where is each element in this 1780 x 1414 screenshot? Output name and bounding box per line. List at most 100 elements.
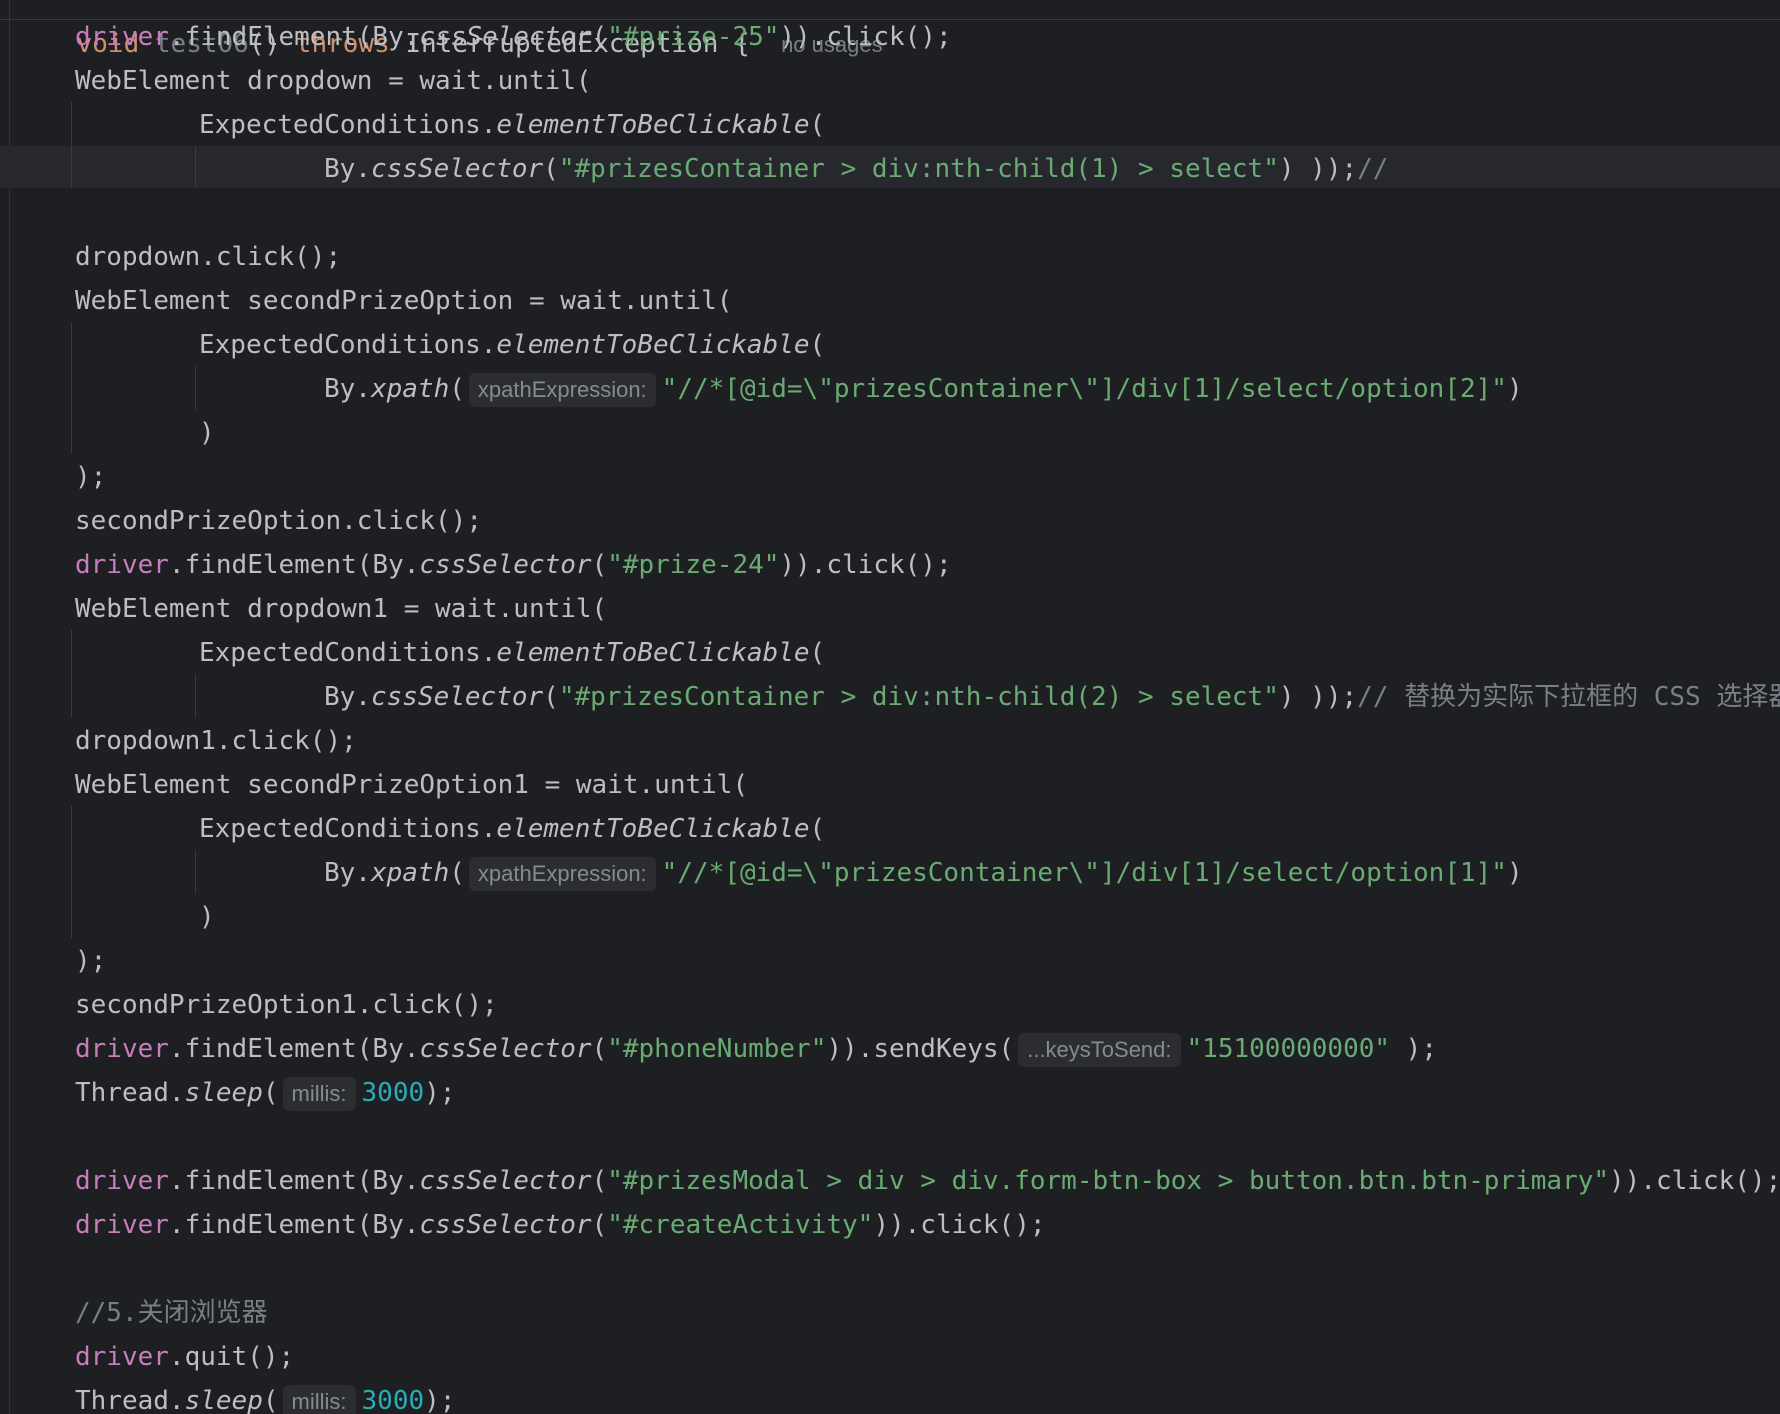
code-line[interactable]: dropdown.click();	[75, 235, 341, 279]
parameter-hint: xpathExpression:	[468, 856, 656, 891]
code-line[interactable]: WebElement dropdown1 = wait.until(	[75, 587, 607, 631]
code-line[interactable]: driver.findElement(By.cssSelector("#priz…	[75, 543, 952, 587]
token: cssSelector	[419, 1210, 592, 1240]
code-line[interactable]: Thread.sleep(millis: 3000);	[75, 1071, 455, 1115]
token: (	[591, 1210, 608, 1240]
code-line[interactable]: );	[75, 939, 106, 983]
code-line[interactable]: By.xpath(xpathExpression: "//*[@id=\"priz…	[324, 367, 1523, 411]
token: dropdown.click();	[75, 242, 342, 272]
indent-guide	[71, 102, 72, 188]
string-literal: "//*[@id=\"prizesContainer\"]/div[1]/sel…	[661, 374, 1507, 404]
indent-guide	[71, 322, 72, 454]
token: By.	[324, 154, 371, 184]
token: ExpectedConditions.	[199, 638, 497, 668]
token: );	[1390, 1034, 1437, 1064]
token: .findElement(By.	[168, 22, 420, 52]
token: )).click();	[873, 1210, 1046, 1240]
number-literal: 3000	[361, 1078, 425, 1108]
token: dropdown1.click();	[75, 726, 357, 756]
token: Thread.	[75, 1386, 185, 1414]
token: (	[591, 550, 608, 580]
code-line[interactable]: WebElement secondPrizeOption1 = wait.unt…	[75, 763, 748, 807]
token: );	[75, 946, 107, 976]
token: (	[809, 638, 826, 668]
parameter-hint: xpathExpression:	[468, 372, 656, 407]
token: (	[262, 1386, 279, 1414]
token: .findElement(By.	[168, 1166, 420, 1196]
token: cssSelector	[419, 550, 592, 580]
token: secondPrizeOption1.click();	[75, 990, 498, 1020]
code-line[interactable]: ExpectedConditions.elementToBeClickable(	[199, 103, 825, 147]
string-literal: "#prizesContainer > div:nth-child(2) > s…	[558, 682, 1279, 712]
token: );	[424, 1078, 456, 1108]
token: xpath	[370, 374, 450, 404]
token: )	[199, 418, 215, 448]
indent-guide	[71, 630, 72, 718]
token: (	[809, 110, 826, 140]
code-line[interactable]: dropdown1.click();	[75, 719, 357, 763]
code-line[interactable]: secondPrizeOption1.click();	[75, 983, 498, 1027]
token: )).sendKeys(	[826, 1034, 1015, 1064]
indent-guide	[71, 806, 72, 938]
code-line[interactable]: )	[199, 411, 215, 455]
indent-guide	[195, 850, 196, 894]
token: (	[449, 374, 465, 404]
code-line[interactable]: driver.findElement(By.cssSelector("#priz…	[75, 1159, 1780, 1203]
string-literal: "15100000000"	[1186, 1034, 1391, 1064]
indent-guide	[195, 366, 196, 410]
token: ) ));	[1278, 154, 1358, 184]
code-line[interactable]: driver.findElement(By.cssSelector("#phon…	[75, 1027, 1437, 1071]
code-line[interactable]: By.cssSelector("#prizesContainer > div:n…	[324, 147, 1388, 191]
token: WebElement secondPrizeOption = wait.unti…	[75, 286, 733, 316]
token: sleep	[184, 1078, 263, 1108]
code-line[interactable]: By.cssSelector("#prizesContainer > div:n…	[324, 675, 1780, 719]
token: (	[449, 858, 465, 888]
number-literal: 3000	[361, 1386, 425, 1414]
token: ) ));	[1278, 682, 1358, 712]
token: cssSelector	[419, 1166, 592, 1196]
token: cssSelector	[370, 154, 544, 184]
code-line[interactable]: By.xpath(xpathExpression: "//*[@id=\"priz…	[324, 851, 1523, 895]
code-line[interactable]: driver.findElement(By.cssSelector("#crea…	[75, 1203, 1046, 1247]
indent-guide	[195, 146, 196, 188]
code-line[interactable]: secondPrizeOption.click();	[75, 499, 482, 543]
code-line[interactable]: WebElement secondPrizeOption = wait.unti…	[75, 279, 732, 323]
string-literal: "#createActivity"	[607, 1210, 874, 1240]
code-line[interactable]: //5.关闭浏览器	[75, 1291, 268, 1335]
token: cssSelector	[419, 22, 592, 52]
token: elementToBeClickable	[496, 814, 810, 844]
token: By.	[324, 374, 371, 404]
token: WebElement dropdown = wait.until(	[75, 66, 592, 96]
token: ExpectedConditions.	[199, 330, 497, 360]
token: )	[199, 902, 215, 932]
parameter-hint: ...keysToSend:	[1018, 1032, 1181, 1067]
token: )	[1506, 858, 1523, 888]
string-literal: "#prize-24"	[607, 550, 780, 580]
code-line[interactable]: )	[199, 895, 215, 939]
token: cssSelector	[370, 682, 544, 712]
token: By.	[324, 858, 371, 888]
token: Thread.	[75, 1078, 185, 1108]
parameter-hint: millis:	[282, 1384, 356, 1414]
token: cssSelector	[419, 1034, 592, 1064]
code-line[interactable]: WebElement dropdown = wait.until(	[75, 59, 592, 103]
token: driver	[75, 1166, 169, 1196]
token: (	[809, 814, 826, 844]
code-line[interactable]: driver.quit();	[75, 1335, 294, 1379]
token: xpath	[370, 858, 450, 888]
code-line[interactable]: Thread.sleep(millis: 3000);	[75, 1379, 455, 1414]
parameter-hint: millis:	[282, 1076, 356, 1111]
code-line[interactable]: ExpectedConditions.elementToBeClickable(	[199, 631, 825, 675]
token: .quit();	[168, 1342, 295, 1372]
code-line[interactable]: ExpectedConditions.elementToBeClickable(	[199, 323, 825, 367]
token: elementToBeClickable	[496, 330, 810, 360]
code-line[interactable]: ExpectedConditions.elementToBeClickable(	[199, 807, 825, 851]
token: (	[591, 1034, 608, 1064]
string-literal: "//*[@id=\"prizesContainer\"]/div[1]/sel…	[661, 858, 1507, 888]
code-line[interactable]: );	[75, 455, 106, 499]
token: (	[591, 1166, 608, 1196]
code-line[interactable]: driver.findElement(By.cssSelector("#priz…	[75, 15, 952, 59]
token: (	[543, 154, 559, 184]
token: )).click();	[779, 22, 952, 52]
code-editor[interactable]: void test06() throws InterruptedExceptio…	[0, 0, 1780, 1414]
